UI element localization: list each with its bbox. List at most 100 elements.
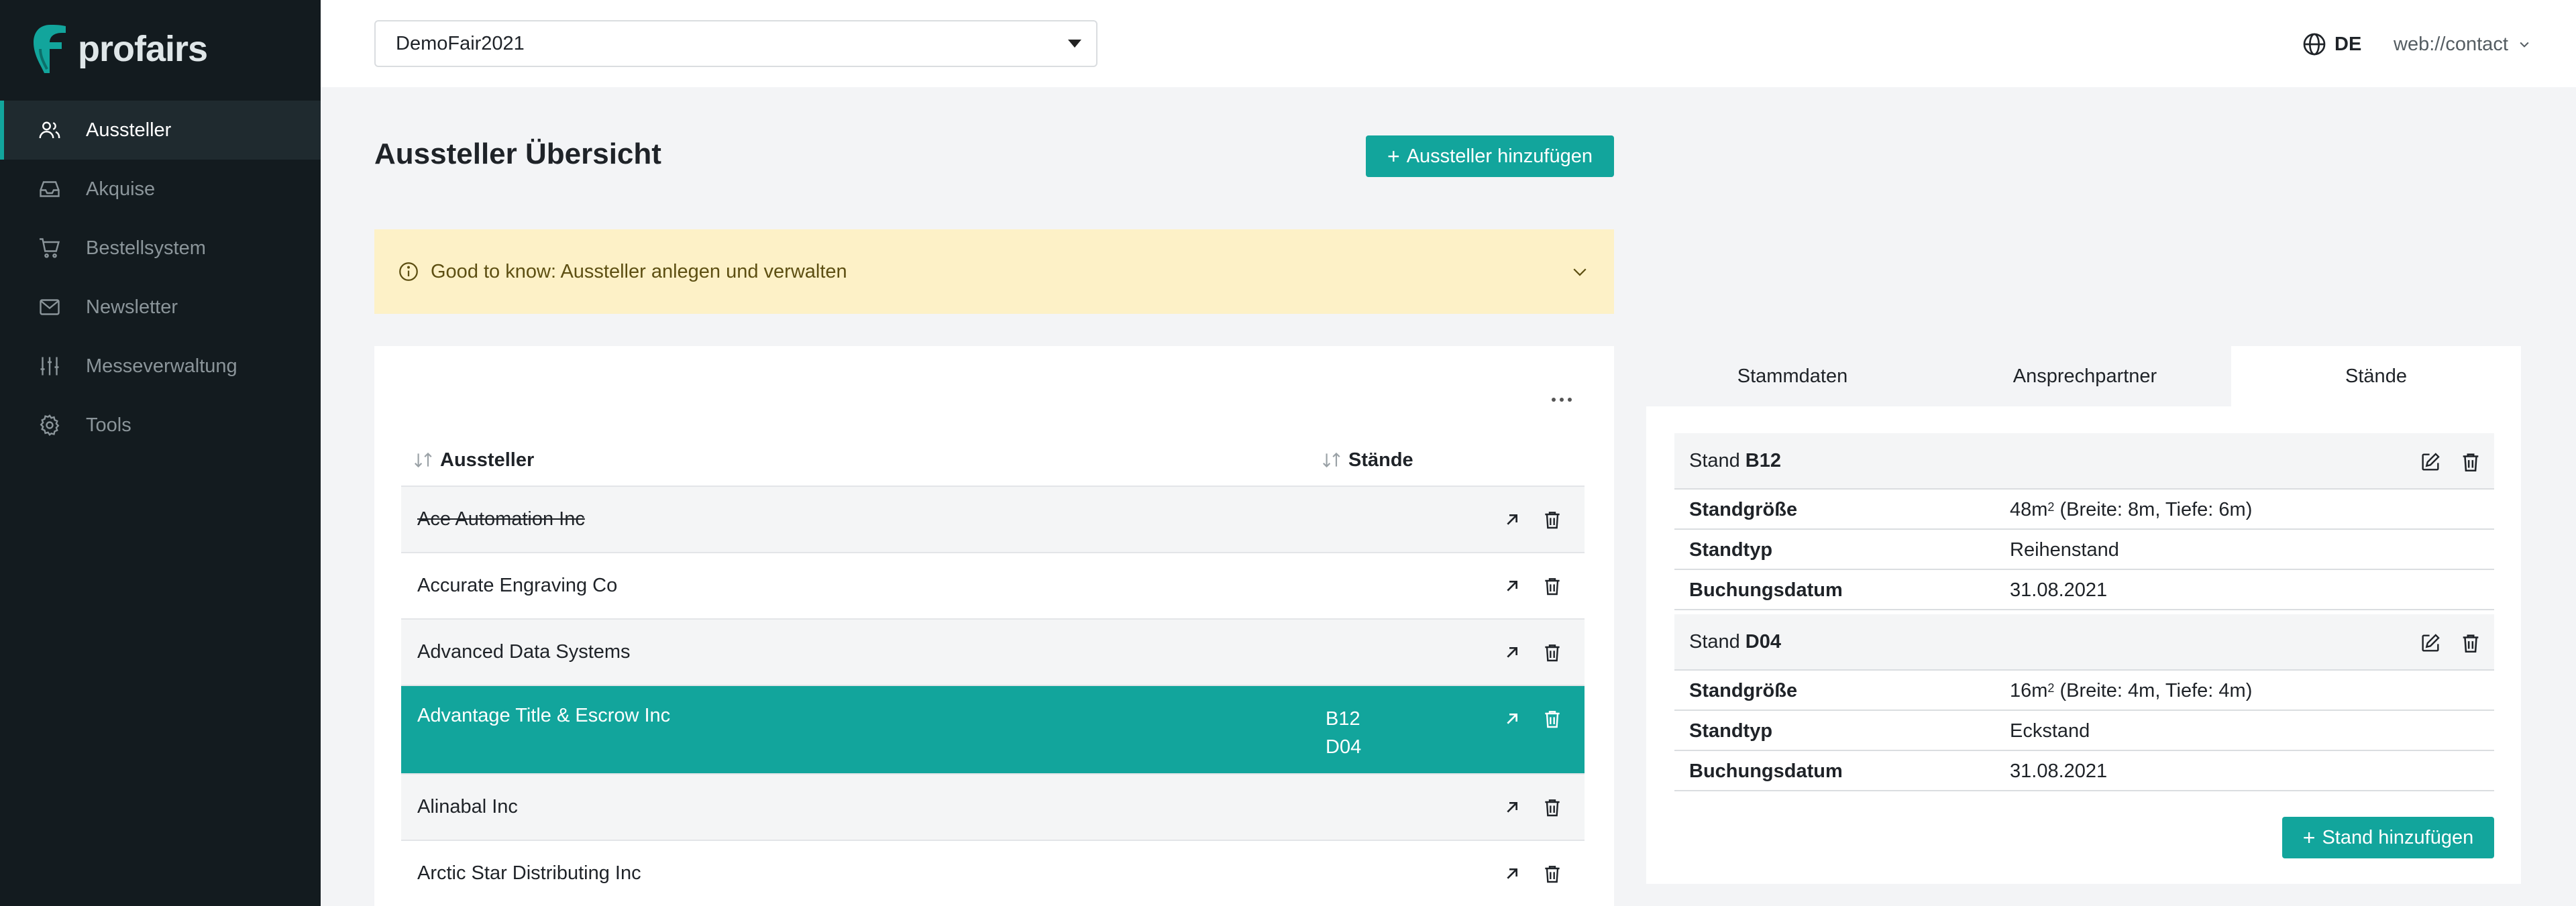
open-icon[interactable] [1499,639,1525,666]
fair-select-value: DemoFair2021 [396,32,525,54]
booking-date-value: 31.08.2021 [2010,579,2108,601]
tab-staende[interactable]: Stände [2231,346,2521,406]
trash-icon[interactable] [1539,573,1566,600]
open-icon[interactable] [1499,794,1525,821]
sidebar-nav: Aussteller Akquise Bestellsystem Newslet… [0,101,321,455]
trash-icon[interactable] [2458,630,2483,656]
stand-type-label: Standtyp [1689,720,1773,742]
stand-size-row: Standgröße 48m 2 (Breite: 8m, Tiefe: 6m) [1674,490,2494,530]
add-exhibitor-button[interactable]: + Aussteller hinzufügen [1366,135,1614,177]
trash-icon[interactable] [1539,794,1566,821]
tab-ansprechpartner[interactable]: Ansprechpartner [1939,346,2231,406]
stand-code: B12 [1326,708,1360,730]
stand-header: Stand D04 [1674,614,2494,671]
detail-tabs: Stammdaten Ansprechpartner Stände [1646,346,2521,406]
table-row[interactable]: Alinabal Inc [401,775,1585,841]
add-exhibitor-label: Aussteller hinzufügen [1406,145,1593,167]
chevron-down-icon [1573,268,1587,276]
booking-date-label: Buchungsdatum [1689,760,1843,782]
logo-text: profairs [78,29,208,69]
plus-icon: + [2302,826,2316,850]
sidebar-item-akquise[interactable]: Akquise [0,160,321,219]
trash-icon[interactable] [1539,506,1566,533]
stand-type-row: Standtyp Reihenstand [1674,530,2494,570]
sidebar-item-label: Akquise [86,178,156,200]
sidebar-item-tools[interactable]: Tools [0,396,321,455]
topbar: DemoFair2021 DE web://contact [321,0,2576,87]
chevron-down-icon [2520,42,2529,48]
logo[interactable]: profairs [30,19,208,79]
globe-icon [2303,33,2326,56]
exhibitor-name: Accurate Engraving Co [417,575,618,596]
table-row-selected[interactable]: Advantage Title & Escrow Inc B12 D04 [401,686,1585,775]
booking-date-value: 31.08.2021 [2010,760,2108,782]
stand-size-label: Standgröße [1689,679,1798,701]
column-header-staende[interactable]: Stände [1320,433,1413,487]
column-header-label: Stände [1348,449,1413,471]
stand-header: Stand B12 [1674,433,2494,490]
stand-id: D04 [1745,630,1781,653]
table-header: Aussteller Stände [401,433,1585,487]
caret-down-icon [1068,40,1081,48]
sidebar-item-messeverwaltung[interactable]: Messeverwaltung [0,337,321,396]
sidebar-item-label: Aussteller [86,119,172,141]
edit-icon[interactable] [2418,449,2443,475]
trash-icon[interactable] [1539,860,1566,887]
more-options-button[interactable] [1542,386,1582,413]
user-menu[interactable]: web://contact [2394,25,2531,63]
sidebar-item-label: Newsletter [86,296,178,318]
open-icon[interactable] [1499,573,1525,600]
fair-select[interactable]: DemoFair2021 [374,20,1097,67]
table-row[interactable]: Ace Automation Inc [401,487,1585,553]
plus-icon: + [1387,144,1400,168]
sidebar-item-label: Tools [86,414,131,436]
trash-icon[interactable] [1539,705,1566,732]
info-icon [399,262,418,281]
booking-date-row: Buchungsdatum 31.08.2021 [1674,751,2494,791]
exhibitor-name: Alinabal Inc [417,796,518,817]
stand-prefix: Stand [1689,449,1740,471]
trash-icon[interactable] [2458,449,2483,475]
sidebar-item-aussteller[interactable]: Aussteller [0,101,321,160]
open-icon[interactable] [1499,705,1525,732]
sidebar-item-label: Bestellsystem [86,237,206,259]
sidebar-item-newsletter[interactable]: Newsletter [0,278,321,337]
info-banner[interactable]: Good to know: Aussteller anlegen und ver… [374,229,1614,314]
table-row[interactable]: Arctic Star Distributing Inc [401,841,1585,906]
stand-size-value: 16m 2 (Breite: 4m, Tiefe: 4m) [2010,679,2253,701]
stand-block: Stand D04 Standgröße 16m 2 (Breite: 4m, T… [1674,614,2494,791]
mail-icon [40,299,60,315]
add-stand-button[interactable]: + Stand hinzufügen [2282,817,2494,858]
column-header-label: Aussteller [440,449,535,471]
cart-icon [40,238,60,258]
table-row[interactable]: Advanced Data Systems [401,620,1585,686]
stands-detail-card: Stand B12 Standgröße 48m 2 (Breite: 8m, T… [1646,406,2521,884]
trash-icon[interactable] [1539,639,1566,666]
dot-icon [1568,398,1572,402]
exhibitor-list-card: Aussteller Stände Ace Automation Inc Acc… [374,346,1614,906]
stand-size-label: Standgröße [1689,498,1798,520]
open-icon[interactable] [1499,506,1525,533]
inbox-icon [40,181,60,197]
open-icon[interactable] [1499,860,1525,887]
language-switcher[interactable]: DE [2301,25,2361,63]
stand-type-label: Standtyp [1689,539,1773,561]
column-header-aussteller[interactable]: Aussteller [412,433,534,487]
dot-icon [1560,398,1564,402]
edit-icon[interactable] [2418,630,2443,656]
sort-icon [415,452,432,468]
sliders-icon [40,357,59,376]
sidebar-item-bestellsystem[interactable]: Bestellsystem [0,219,321,278]
info-banner-text: Good to know: Aussteller anlegen und ver… [431,260,847,282]
stand-size-row: Standgröße 16m 2 (Breite: 4m, Tiefe: 4m) [1674,671,2494,711]
tab-stammdaten[interactable]: Stammdaten [1646,346,1939,406]
table-row[interactable]: Accurate Engraving Co [401,553,1585,620]
add-stand-label: Stand hinzufügen [2322,826,2474,848]
table-body: Ace Automation Inc Accurate Engraving Co… [401,487,1585,906]
exhibitor-stands: B12 D04 [1326,705,1361,761]
language-label: DE [2334,33,2362,55]
sidebar-item-label: Messeverwaltung [86,355,237,377]
page-title: Aussteller Übersicht [374,137,661,170]
exhibitor-name: Advanced Data Systems [417,641,631,663]
users-icon [39,121,60,139]
